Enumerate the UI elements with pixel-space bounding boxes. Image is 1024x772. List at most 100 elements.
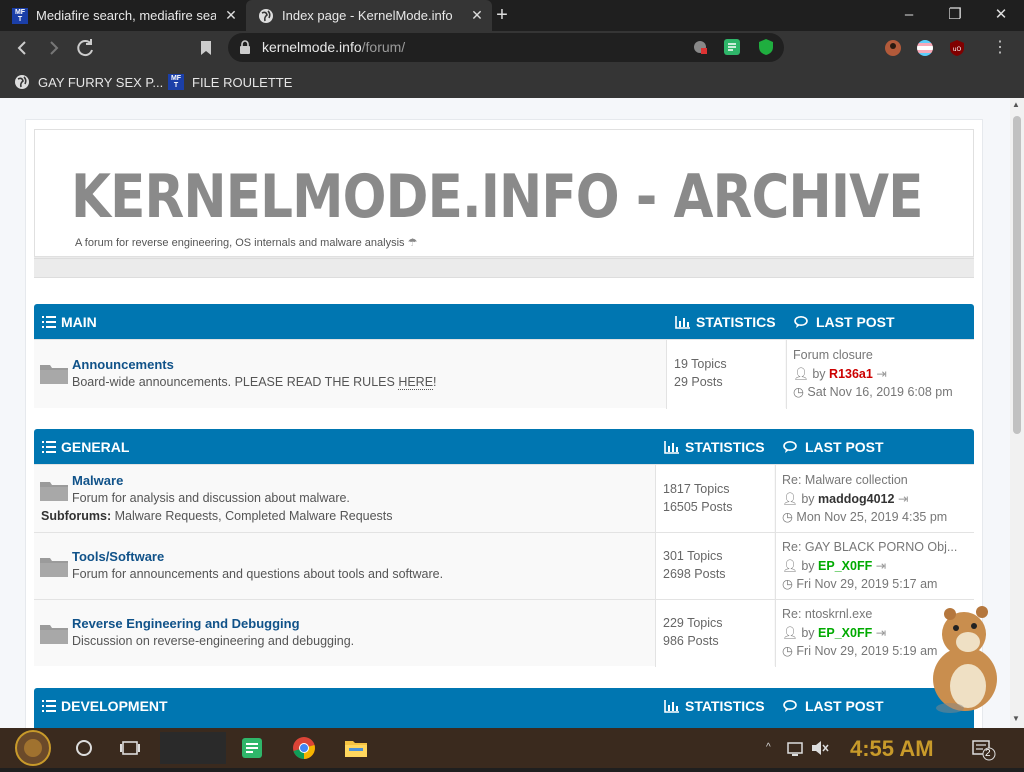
category-name: GENERAL: [61, 439, 130, 455]
tray-expand-icon[interactable]: ^: [766, 732, 780, 764]
globe-icon: [258, 8, 274, 24]
last-post-author: 👤︎ by EP_X0FF ⇥: [782, 625, 886, 641]
last-post-date: Fri Nov 29, 2019 5:19 am: [796, 644, 938, 658]
statistics-header: STATISTICS: [664, 698, 765, 714]
last-post-title-link[interactable]: Re: ntoskrnl.exe: [782, 607, 872, 621]
scroll-up-icon[interactable]: ▲: [1012, 100, 1020, 109]
category-title[interactable]: DEVELOPMENT: [42, 698, 168, 714]
profile-avatar-icon[interactable]: [884, 39, 902, 62]
notifications-count: 2: [985, 748, 991, 759]
taskbar: ^ 4:55 AM 2: [0, 728, 1024, 768]
forum-row: Malware Forum for analysis and discussio…: [34, 464, 974, 533]
file-explorer-icon[interactable]: [344, 732, 368, 764]
last-post-cell: Forum closure 👤︎ by R136a1 ⇥ ◷ Sat Nov 1…: [787, 340, 974, 409]
forum-title-link[interactable]: Reverse Engineering and Debugging: [72, 616, 300, 631]
ublock-origin-icon[interactable]: uO: [948, 39, 966, 62]
posts-count: 16505 Posts: [663, 500, 733, 514]
taskbar-notes-icon[interactable]: [240, 732, 264, 764]
category-title[interactable]: MAIN: [42, 314, 97, 330]
bookmarks-bar: GAY FURRY SEX P... MF T FILE ROULETTE: [0, 65, 1024, 98]
topics-count: 19 Topics: [674, 357, 727, 371]
forum-description: Discussion on reverse-engineering and de…: [72, 634, 355, 648]
site-shield-icon[interactable]: [692, 39, 708, 60]
last-post-date: Sat Nov 16, 2019 6:08 pm: [807, 385, 953, 399]
clock-icon: ◷: [793, 385, 804, 399]
url-path: /forum/: [361, 39, 406, 55]
bookmark-icon[interactable]: [194, 36, 218, 60]
folder-icon: [40, 558, 68, 577]
category-name: MAIN: [61, 314, 97, 330]
goto-post-icon[interactable]: ⇥: [876, 367, 886, 381]
goto-post-icon[interactable]: ⇥: [876, 559, 886, 573]
start-button[interactable]: [8, 729, 58, 767]
last-post-title-link[interactable]: Re: GAY BLACK PORNO Obj...: [782, 540, 957, 554]
forum-title-link[interactable]: Malware: [72, 473, 123, 488]
forum-row: Reverse Engineering and Debugging Discus…: [34, 599, 974, 667]
category-main: MAIN STATISTICS LAST POST Announcements …: [34, 304, 974, 409]
notifications-icon[interactable]: 2: [970, 732, 996, 764]
maximize-button[interactable]: ❐: [932, 2, 978, 28]
forum-description: Board-wide announcements. PLEASE READ TH…: [72, 375, 437, 390]
chrome-icon[interactable]: [292, 732, 316, 764]
author-link[interactable]: maddog4012: [818, 492, 894, 506]
forward-arrow-icon[interactable]: [42, 36, 66, 60]
scrollbar-thumb[interactable]: [1013, 116, 1021, 434]
network-icon[interactable]: [786, 732, 806, 764]
category-header: DEVELOPMENT STATISTICS LAST POST: [34, 688, 974, 723]
globe-icon: [14, 74, 30, 90]
page-wrap: KERNELMODE.INFO - ARCHIVE A forum for re…: [25, 119, 983, 728]
close-tab-icon[interactable]: ✕: [468, 6, 486, 24]
category-title[interactable]: GENERAL: [42, 439, 129, 455]
extension-shield-icon[interactable]: [758, 38, 774, 61]
author-link[interactable]: EP_X0FF: [818, 626, 872, 640]
forum-title-link[interactable]: Tools/Software: [72, 549, 164, 564]
new-tab-button[interactable]: +: [492, 4, 512, 26]
subforums-links[interactable]: Malware Requests, Completed Malware Requ…: [115, 509, 393, 523]
close-tab-icon[interactable]: ✕: [222, 6, 240, 24]
lock-icon[interactable]: [238, 39, 252, 60]
subforums: Subforums: Malware Requests, Completed M…: [41, 509, 393, 523]
bookmark-item[interactable]: MF T FILE ROULETTE: [168, 72, 292, 92]
search-icon[interactable]: [72, 732, 96, 764]
site-title[interactable]: KERNELMODE.INFO - ARCHIVE: [71, 162, 923, 232]
last-post-cell: Re: Malware collection 👤︎ by maddog4012 …: [776, 465, 974, 533]
category-development: DEVELOPMENT STATISTICS LAST POST: [34, 688, 974, 728]
navbar: [34, 258, 974, 278]
scroll-down-icon[interactable]: ▼: [1012, 714, 1020, 723]
vertical-scrollbar[interactable]: ▲ ▼: [1010, 98, 1024, 728]
last-post-time: ◷ Fri Nov 29, 2019 5:19 am: [782, 643, 937, 658]
goto-post-icon[interactable]: ⇥: [898, 492, 908, 506]
taskbar-blank-app[interactable]: [160, 732, 226, 764]
author-link[interactable]: EP_X0FF: [818, 559, 872, 573]
last-post-author: 👤︎ by R136a1 ⇥: [793, 366, 887, 382]
extension-flag-icon[interactable]: [916, 39, 934, 62]
last-post-date: Mon Nov 25, 2019 4:35 pm: [796, 510, 948, 524]
last-post-time: ◷ Mon Nov 25, 2019 4:35 pm: [782, 509, 947, 524]
url-text[interactable]: kernelmode.info/forum/: [262, 39, 405, 55]
menu-icon[interactable]: ⋮: [992, 37, 1008, 57]
volume-muted-icon[interactable]: [810, 732, 830, 764]
last-post-title-link[interactable]: Forum closure: [793, 348, 873, 362]
tab-mediafire[interactable]: MF T Mediafire search, mediafire sea ✕: [0, 0, 246, 31]
goto-post-icon[interactable]: ⇥: [876, 626, 886, 640]
last-post-date: Fri Nov 29, 2019 5:17 am: [796, 577, 938, 591]
task-view-icon[interactable]: [118, 732, 142, 764]
extension-green-icon[interactable]: [724, 39, 740, 60]
posts-count: 986 Posts: [663, 634, 719, 648]
taskbar-clock[interactable]: 4:55 AM: [850, 736, 934, 762]
tab-kernelmode[interactable]: Index page - KernelMode.info ✕: [246, 0, 492, 31]
minimize-button[interactable]: –: [886, 2, 932, 28]
reload-icon[interactable]: [74, 36, 98, 60]
back-arrow-icon[interactable]: [10, 36, 34, 60]
statistics-cell: 301 Topics 2698 Posts: [656, 533, 774, 600]
forum-row: Announcements Board-wide announcements. …: [34, 339, 974, 409]
address-bar[interactable]: kernelmode.info/forum/: [228, 33, 784, 62]
forum-title-link[interactable]: Announcements: [72, 357, 174, 372]
author-link[interactable]: R136a1: [829, 367, 873, 381]
rules-link[interactable]: HERE: [398, 375, 434, 390]
bar-chart-icon: [664, 699, 679, 713]
umbrella-icon: ☂: [407, 237, 418, 249]
last-post-title-link[interactable]: Re: Malware collection: [782, 473, 908, 487]
close-window-button[interactable]: ✕: [978, 2, 1024, 28]
bookmark-item[interactable]: GAY FURRY SEX P...: [14, 72, 163, 92]
